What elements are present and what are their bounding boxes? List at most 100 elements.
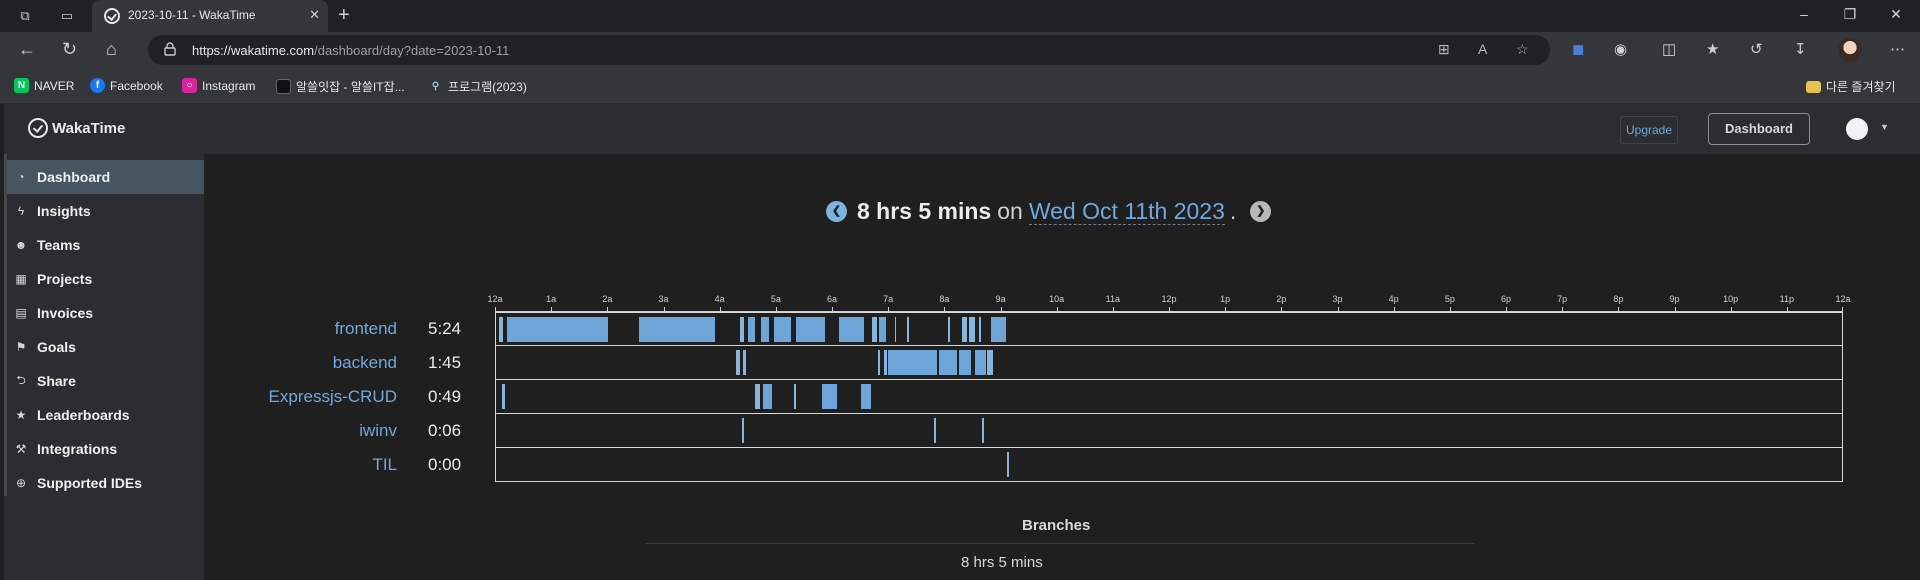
activity-segment[interactable] (934, 418, 937, 443)
activity-segment[interactable] (974, 350, 986, 375)
time-tick-label: 6p (1500, 294, 1512, 304)
activity-segment[interactable] (838, 317, 864, 342)
sidebar-item-supported-ides[interactable]: ⊕ Supported IDEs (4, 466, 204, 500)
dashboard-button[interactable]: Dashboard (1708, 113, 1810, 145)
sidebar-item-goals[interactable]: ⚑ Goals (4, 330, 204, 364)
back-icon[interactable]: ← (18, 40, 36, 58)
activity-segment[interactable] (907, 317, 910, 342)
activity-segment[interactable] (987, 350, 994, 375)
chevron-down-icon[interactable]: ▼ (1880, 122, 1889, 132)
activity-segment[interactable] (793, 384, 796, 409)
bookmark-naver[interactable]: N NAVER (14, 78, 74, 93)
activity-segment[interactable] (883, 350, 887, 375)
activity-segment[interactable] (796, 317, 825, 342)
timeline-row-backend[interactable] (495, 346, 1843, 380)
app-available-icon[interactable]: ⊞ (1438, 41, 1450, 58)
bookmark-facebook[interactable]: f Facebook (90, 78, 163, 93)
close-tab-icon[interactable]: ✕ (309, 7, 320, 23)
activity-segment[interactable] (761, 317, 769, 342)
next-day-icon[interactable]: ❯ (1250, 200, 1272, 222)
favorite-star-icon[interactable]: ☆ (1516, 41, 1529, 58)
sidebar-item-leaderboards[interactable]: ★ Leaderboards (4, 398, 204, 432)
date-picker-link[interactable]: Wed Oct 11th 2023 (1028, 198, 1225, 225)
timeline-row-iwinv[interactable] (495, 414, 1843, 448)
wakatime-logo-icon[interactable] (28, 118, 48, 138)
activity-segment[interactable] (958, 350, 971, 375)
minimize-icon[interactable]: – (1794, 6, 1814, 22)
tab-actions-icon[interactable]: ▭ (58, 7, 76, 25)
favorites-icon[interactable]: ★ (1706, 41, 1719, 59)
activity-segment[interactable] (742, 418, 744, 443)
activity-segment[interactable] (979, 317, 982, 342)
activity-segment[interactable] (501, 384, 505, 409)
history-icon[interactable]: ↺ (1750, 41, 1763, 59)
user-avatar[interactable] (1846, 118, 1868, 140)
close-window-icon[interactable]: ✕ (1886, 6, 1906, 23)
activity-segment[interactable] (1007, 452, 1009, 477)
activity-segment[interactable] (888, 350, 937, 375)
project-name-link[interactable]: backend (333, 353, 397, 373)
activity-segment[interactable] (747, 317, 756, 342)
other-bookmarks[interactable]: 다른 즐겨찾기 (1806, 78, 1896, 95)
activity-segment[interactable] (877, 350, 880, 375)
read-aloud-icon[interactable]: A (1478, 41, 1487, 57)
extension-icon[interactable]: ◉ (1614, 41, 1627, 59)
activity-segment[interactable] (774, 317, 791, 342)
sidebar-item-teams[interactable]: ☻ Teams (4, 228, 204, 262)
activity-segment[interactable] (894, 317, 897, 342)
workspaces-icon[interactable]: ⧉ (16, 7, 34, 25)
project-name-link[interactable]: Expressjs-CRUD (269, 387, 397, 407)
new-tab-icon[interactable]: + (338, 4, 350, 27)
bookmark-site[interactable]: 알쓸잇잡 - 알쓸IT잡... (276, 78, 405, 95)
time-tick-label: 9p (1669, 294, 1680, 304)
timeline-row-expressjs-crud[interactable] (495, 380, 1843, 414)
activity-segment[interactable] (743, 350, 747, 375)
sidebar-item-insights[interactable]: ϟ Insights (4, 194, 204, 228)
timeline-row-frontend[interactable] (495, 312, 1843, 346)
activity-segment[interactable] (879, 317, 887, 342)
profile-avatar[interactable] (1838, 38, 1862, 62)
restore-icon[interactable]: ❐ (1840, 6, 1860, 23)
browser-tab[interactable]: 2023-10-11 - WakaTime ✕ (92, 0, 328, 32)
timeline-row-til[interactable] (495, 448, 1843, 482)
more-menu-icon[interactable]: ⋯ (1890, 41, 1905, 59)
activity-segment[interactable] (991, 317, 1006, 342)
project-name-link[interactable]: TIL (372, 455, 397, 475)
bookmark-program[interactable]: ⚲ 프로그램(2023) (428, 78, 527, 95)
url-host: https://wakatime.com (192, 43, 315, 58)
project-name-link[interactable]: frontend (335, 319, 397, 339)
home-icon[interactable]: ⌂ (106, 40, 117, 58)
activity-segment[interactable] (507, 317, 609, 342)
activity-segment[interactable] (736, 350, 740, 375)
time-tick-label: 9a (995, 294, 1006, 304)
activity-segment[interactable] (861, 384, 872, 409)
activity-segment[interactable] (962, 317, 967, 342)
activity-segment[interactable] (821, 384, 838, 409)
sidebar-item-dashboard[interactable]: ◔ Dashboard (4, 160, 204, 194)
sidebar-item-invoices[interactable]: ▤ Invoices (4, 296, 204, 330)
activity-segment[interactable] (762, 384, 773, 409)
address-bar[interactable]: https://wakatime.com/dashboard/day?date=… (148, 35, 1550, 65)
activity-segment[interactable] (872, 317, 877, 342)
sidebar-item-share[interactable]: ⮌ Share (4, 364, 204, 398)
split-screen-icon[interactable]: ◫ (1662, 41, 1676, 59)
url-text[interactable]: https://wakatime.com/dashboard/day?date=… (192, 43, 509, 58)
downloads-icon[interactable]: ↧ (1794, 41, 1807, 59)
sidebar-item-integrations[interactable]: ⚒ Integrations (4, 432, 204, 466)
activity-segment[interactable] (740, 317, 745, 342)
activity-segment[interactable] (938, 350, 957, 375)
activity-segment[interactable] (948, 317, 950, 342)
refresh-icon[interactable]: ↻ (62, 40, 77, 58)
activity-segment[interactable] (981, 418, 984, 443)
activity-segment[interactable] (968, 317, 975, 342)
sidebar-item-projects[interactable]: ▦ Projects (4, 262, 204, 296)
upgrade-button[interactable]: Upgrade (1620, 116, 1678, 144)
bitwarden-extension-icon[interactable]: ◼ (1572, 41, 1584, 59)
project-name-link[interactable]: iwinv (359, 421, 397, 441)
activity-segment[interactable] (639, 317, 716, 342)
activity-segment[interactable] (755, 384, 760, 409)
activity-segment[interactable] (498, 317, 503, 342)
brand-name[interactable]: WakaTime (52, 120, 125, 137)
previous-day-icon[interactable]: ❮ (826, 200, 847, 222)
bookmark-instagram[interactable]: ○ Instagram (182, 78, 255, 93)
